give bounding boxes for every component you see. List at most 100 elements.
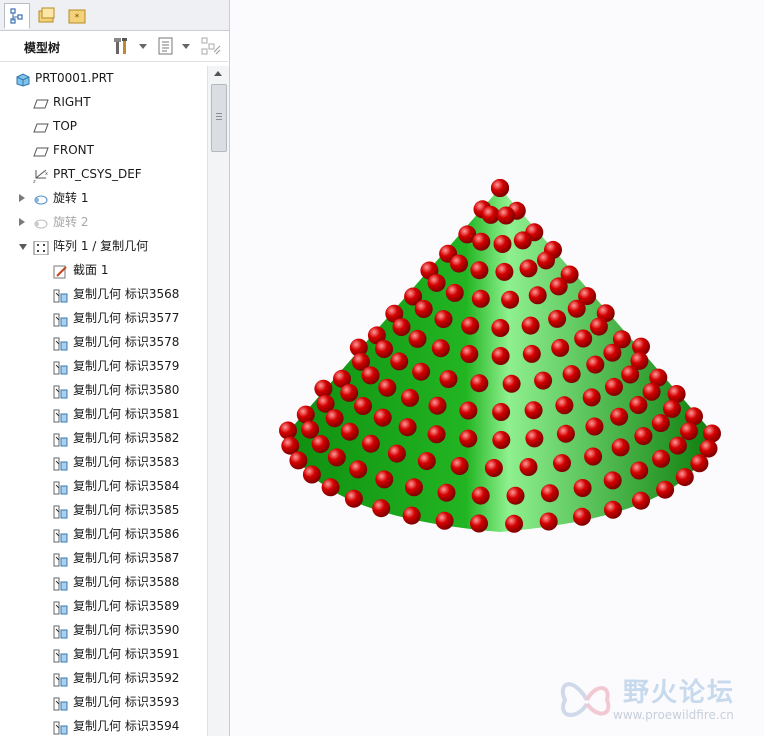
sphere: [497, 206, 516, 225]
tree-item[interactable]: 复制几何 标识3586: [0, 522, 207, 546]
scroll-up-button[interactable]: [208, 66, 229, 82]
tree-item[interactable]: RIGHT: [0, 90, 207, 114]
scroll-grip: [216, 113, 222, 114]
tree-item[interactable]: 复制几何 标识3588: [0, 570, 207, 594]
tree-item[interactable]: 复制几何 标识3579: [0, 354, 207, 378]
sphere: [434, 310, 453, 329]
tree-item[interactable]: 复制几何 标识3582: [0, 426, 207, 450]
tree-item[interactable]: 复制几何 标识3589: [0, 594, 207, 618]
show-dropdown-button[interactable]: [156, 36, 192, 56]
tree-item[interactable]: 复制几何 标识3593: [0, 690, 207, 714]
sphere: [651, 414, 670, 433]
tree-item-label: 复制几何 标识3591: [73, 647, 180, 661]
tree-item[interactable]: 复制几何 标识3583: [0, 450, 207, 474]
tree-item[interactable]: 复制几何 标识3587: [0, 546, 207, 570]
sphere: [279, 421, 297, 440]
tree-item[interactable]: 复制几何 标识3590: [0, 618, 207, 642]
tree-item[interactable]: 截面 1: [0, 258, 207, 282]
tree-item-label: 复制几何 标识3590: [73, 623, 180, 637]
tree-item[interactable]: 复制几何 标识3578: [0, 330, 207, 354]
sphere: [586, 355, 605, 374]
tree-item[interactable]: 旋转 1: [0, 186, 207, 210]
watermark-title: 野火论坛: [623, 678, 736, 708]
expand-arrow-icon[interactable]: [19, 194, 25, 202]
tree-item-label: RIGHT: [53, 95, 91, 109]
collapse-arrow-icon[interactable]: [19, 244, 27, 250]
copy-geom-icon: [53, 407, 69, 423]
navigator-tabs: *: [0, 0, 229, 31]
scroll-thumb[interactable]: [211, 84, 227, 152]
tree-item-label: 旋转 1: [53, 191, 89, 205]
copy-geom-icon: [53, 623, 69, 639]
sphere: [302, 465, 321, 484]
graphics-viewport[interactable]: [230, 0, 764, 736]
part-icon: [15, 71, 31, 87]
copy-geom-icon: [53, 551, 69, 567]
sphere: [537, 251, 555, 270]
sphere: [629, 396, 648, 414]
tree-item[interactable]: 复制几何 标识3577: [0, 306, 207, 330]
sphere: [459, 401, 478, 420]
scroll-grip: [216, 116, 222, 117]
model-render: [279, 179, 721, 533]
sphere: [505, 514, 524, 533]
sphere: [610, 407, 629, 426]
sphere: [471, 289, 490, 308]
tree-item[interactable]: 复制几何 标识3594: [0, 714, 207, 736]
sphere: [460, 345, 479, 363]
filter-icon: [201, 37, 221, 55]
filter-button[interactable]: [200, 36, 224, 56]
expand-arrow-icon[interactable]: [19, 218, 25, 226]
tree-item[interactable]: 旋转 2: [0, 210, 207, 234]
copy-geom-icon: [53, 527, 69, 543]
chevron-down-icon: [182, 44, 190, 49]
sphere: [491, 179, 509, 197]
tree-item[interactable]: TOP: [0, 114, 207, 138]
tree-item[interactable]: 复制几何 标识3585: [0, 498, 207, 522]
tab-folder-browser[interactable]: [34, 3, 60, 29]
sphere: [321, 478, 340, 497]
sphere: [445, 283, 464, 302]
sphere: [630, 461, 649, 480]
tree-item[interactable]: 复制几何 标识3581: [0, 402, 207, 426]
sphere: [470, 374, 489, 393]
sphere: [502, 374, 521, 393]
tab-model-tree[interactable]: [4, 3, 30, 29]
sphere: [548, 309, 567, 328]
sphere: [491, 319, 510, 337]
tab-favorites[interactable]: *: [64, 3, 90, 29]
model-tree-icon: [10, 8, 23, 24]
sphere: [450, 457, 469, 475]
sphere: [492, 403, 511, 421]
sphere: [690, 454, 709, 473]
sphere: [553, 454, 571, 473]
tree-item[interactable]: 复制几何 标识3591: [0, 642, 207, 666]
sphere: [605, 377, 623, 396]
copy-geom-icon: [53, 719, 69, 735]
copy-geom-icon: [53, 431, 69, 447]
sphere: [703, 424, 721, 443]
tree-item[interactable]: 阵列 1 / 复制几何: [0, 234, 207, 258]
sphere: [634, 427, 653, 446]
tree-item-label: 截面 1: [73, 263, 109, 277]
sphere: [398, 418, 417, 437]
tree-scrollbar[interactable]: [207, 66, 229, 736]
tree-item-label: 复制几何 标识3568: [73, 287, 180, 301]
sphere: [562, 365, 581, 384]
sphere: [472, 232, 491, 251]
sphere: [354, 397, 372, 415]
sphere: [524, 401, 543, 420]
tree-item[interactable]: 复制几何 标识3568: [0, 282, 207, 306]
pattern-icon: [33, 239, 49, 256]
tree-item[interactable]: 复制几何 标识3580: [0, 378, 207, 402]
tree-item-label: FRONT: [53, 143, 94, 157]
tree-item[interactable]: z x PRT_CSYS_DEF: [0, 162, 207, 186]
tree-item[interactable]: 复制几何 标识3584: [0, 474, 207, 498]
tree-item[interactable]: FRONT: [0, 138, 207, 162]
tree-item[interactable]: 复制几何 标识3592: [0, 666, 207, 690]
sphere: [632, 491, 650, 510]
sphere: [340, 422, 359, 441]
tree-item[interactable]: PRT0001.PRT: [0, 66, 207, 90]
settings-dropdown-button[interactable]: [112, 36, 148, 56]
datum-plane-icon: [33, 143, 49, 157]
